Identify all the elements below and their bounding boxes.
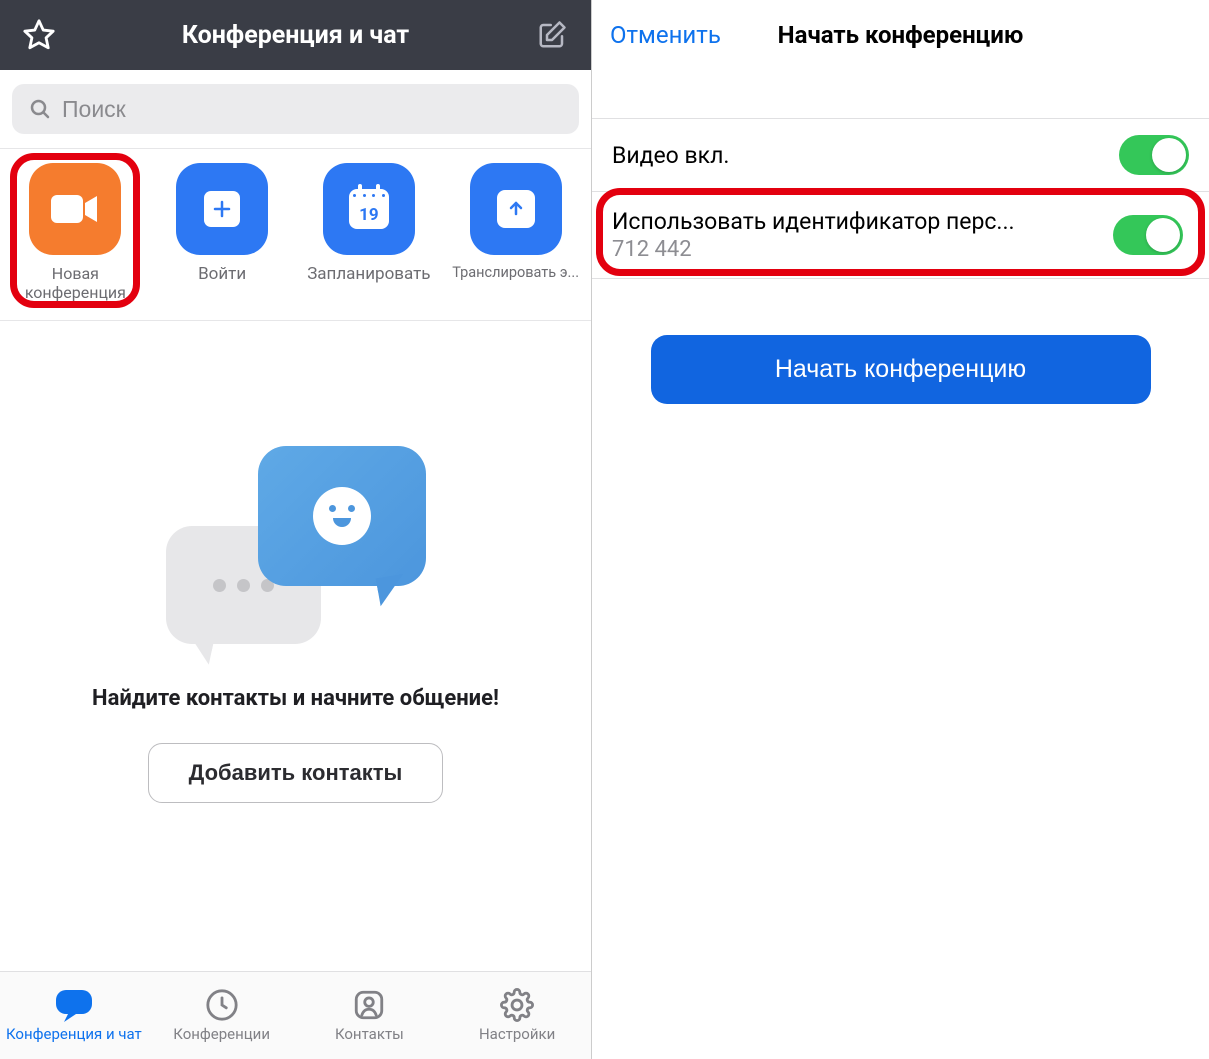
contacts-icon — [352, 988, 386, 1022]
search-icon — [28, 97, 52, 121]
tab-bar: Конференция и чат Конференции Контакты Н… — [0, 971, 591, 1059]
settings-list: Видео вкл. Использовать идентификатор пе… — [592, 118, 1209, 279]
gear-icon — [500, 988, 534, 1022]
tab-label: Настройки — [479, 1025, 555, 1043]
modal-header: Отменить Начать конференцию — [592, 0, 1209, 70]
search-bar[interactable] — [12, 84, 579, 134]
chat-icon — [54, 988, 94, 1022]
empty-title: Найдите контакты и начните общение! — [92, 686, 499, 711]
tab-meetings[interactable]: Конференции — [148, 988, 296, 1043]
bubble-blue-icon — [258, 446, 426, 586]
toggle-pmi[interactable] — [1113, 215, 1183, 255]
start-meeting-button[interactable]: Начать конференцию — [651, 335, 1151, 404]
setting-use-pmi: Использовать идентификатор перс... 712 4… — [592, 192, 1209, 279]
setting-label: Использовать идентификатор перс... — [612, 208, 1113, 235]
action-label: Войти — [198, 264, 246, 302]
clock-icon — [205, 988, 239, 1022]
search-input[interactable] — [62, 96, 563, 123]
action-label: Новая конференция — [2, 264, 148, 302]
action-label: Транслировать э... — [452, 264, 579, 302]
compose-icon — [537, 20, 567, 50]
upload-icon — [470, 163, 562, 255]
video-icon — [29, 163, 121, 255]
star-icon — [22, 18, 56, 52]
tab-settings[interactable]: Настройки — [443, 988, 591, 1043]
pmi-value: 712 442 — [612, 237, 1113, 262]
setting-video-on: Видео вкл. — [592, 119, 1209, 192]
tab-label: Конференции — [173, 1025, 270, 1043]
compose-button[interactable] — [533, 16, 571, 54]
calendar-icon: 19 — [323, 163, 415, 255]
screen-chat-home: Конференция и чат Новая конференция Войт… — [0, 0, 592, 1059]
modal-title: Начать конференцию — [778, 21, 1024, 49]
add-contacts-button[interactable]: Добавить контакты — [148, 743, 444, 803]
page-title: Конференция и чат — [182, 21, 409, 50]
action-new-meeting[interactable]: Новая конференция — [2, 163, 148, 302]
favorite-button[interactable] — [20, 16, 58, 54]
tab-contacts[interactable]: Контакты — [296, 988, 444, 1043]
chat-illustration — [166, 446, 426, 656]
tab-label: Конференция и чат — [6, 1025, 142, 1043]
tab-label: Контакты — [335, 1025, 404, 1043]
tab-chat[interactable]: Конференция и чат — [0, 988, 148, 1043]
action-schedule[interactable]: 19 Запланировать — [296, 163, 442, 302]
action-label: Запланировать — [307, 264, 430, 302]
quick-actions: Новая конференция Войти 19 Запланировать — [0, 148, 591, 321]
action-join[interactable]: Войти — [149, 163, 295, 302]
screen-start-meeting: Отменить Начать конференцию Видео вкл. И… — [592, 0, 1209, 1059]
empty-state: Найдите контакты и начните общение! Доба… — [0, 321, 591, 803]
toggle-video[interactable] — [1119, 135, 1189, 175]
search-container — [0, 70, 591, 148]
action-share-screen[interactable]: Транслировать э... — [443, 163, 589, 302]
setting-label: Видео вкл. — [612, 142, 1119, 169]
calendar-day: 19 — [359, 205, 379, 225]
plus-icon — [176, 163, 268, 255]
cancel-button[interactable]: Отменить — [610, 21, 721, 49]
top-bar: Конференция и чат — [0, 0, 591, 70]
